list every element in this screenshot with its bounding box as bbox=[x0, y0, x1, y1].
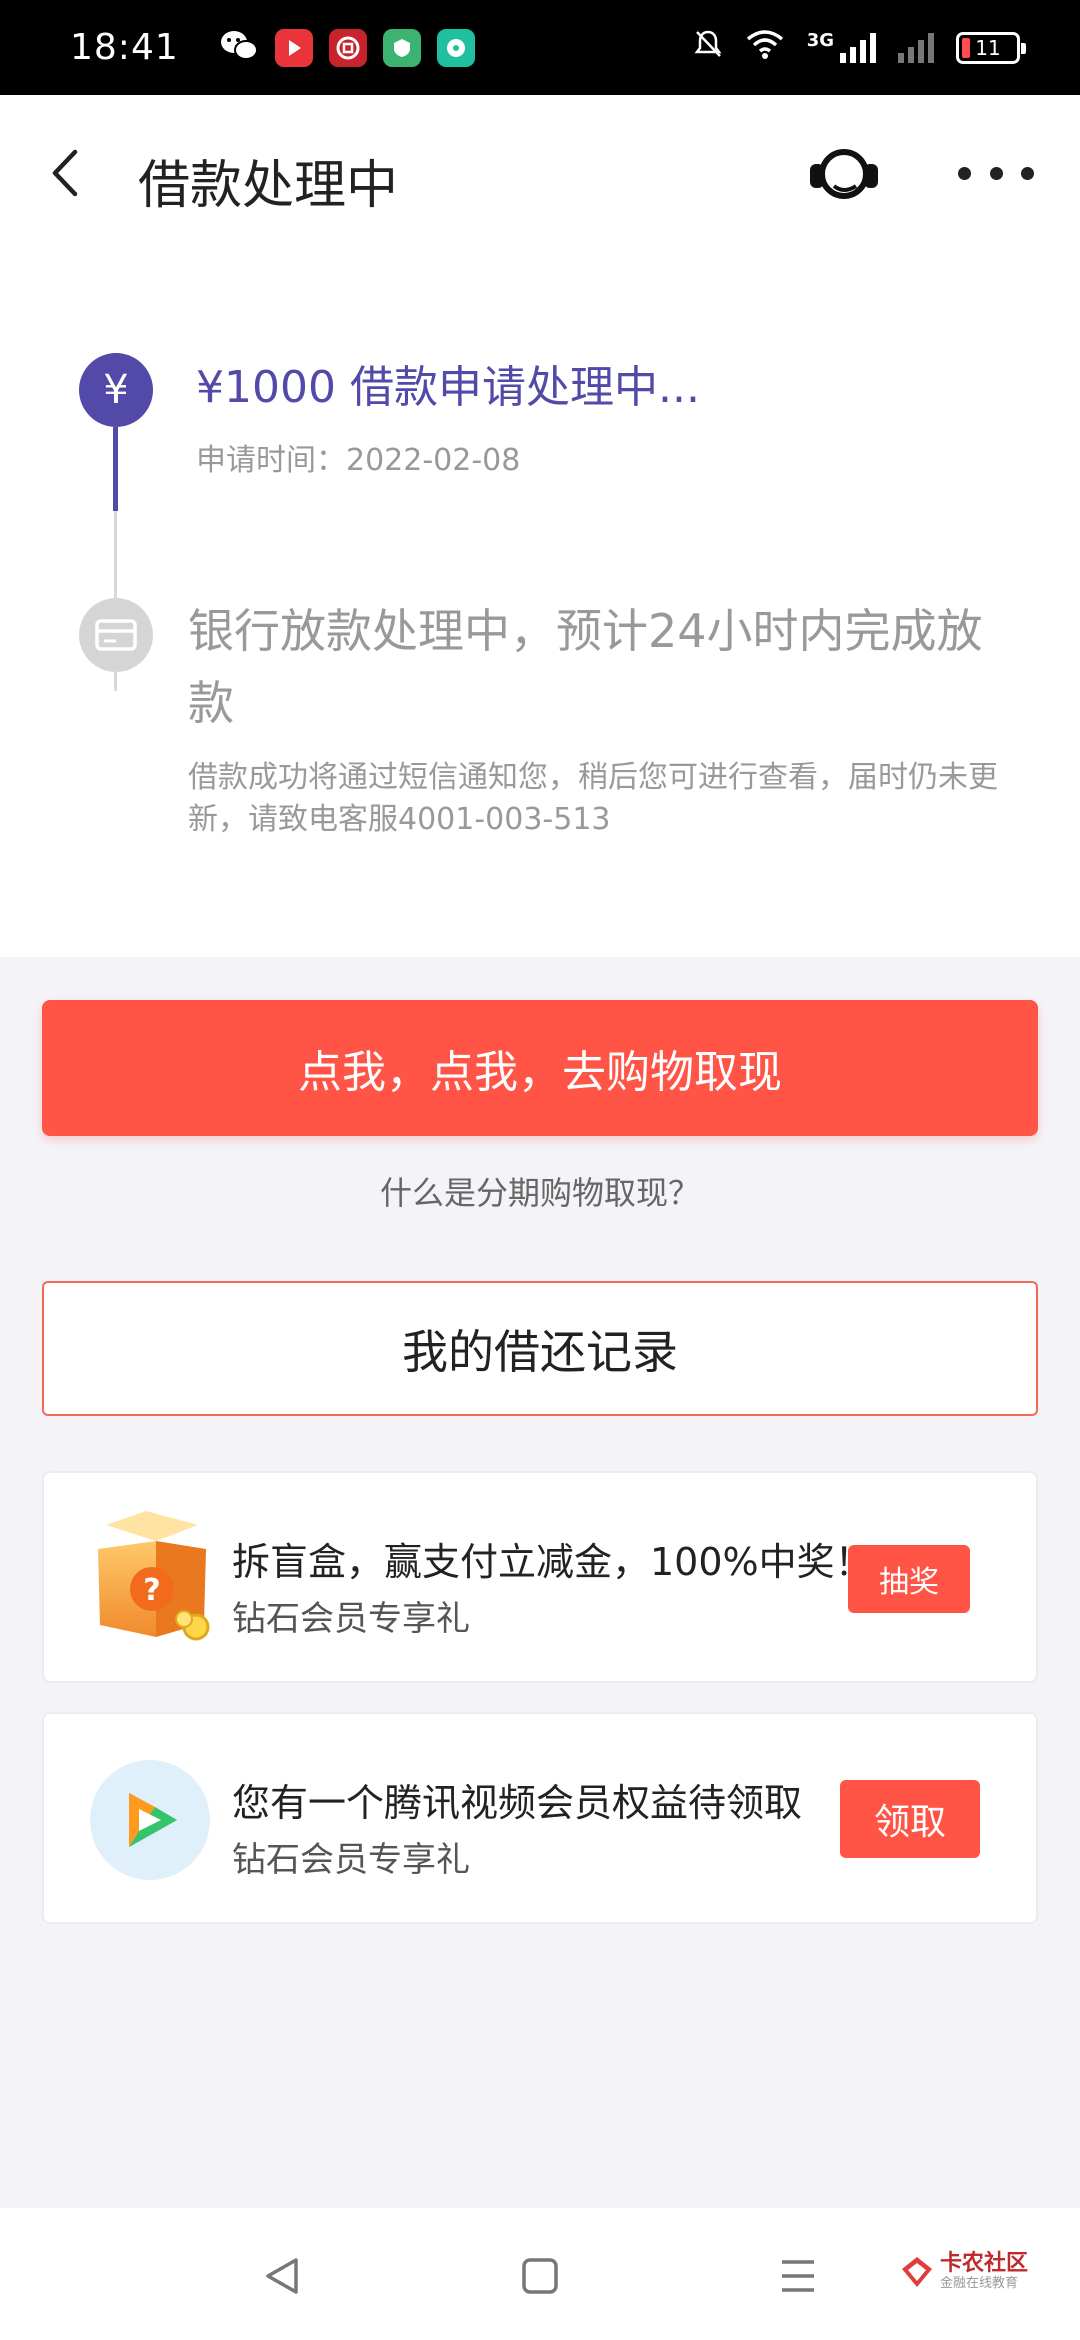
system-navigation-bar: 卡农社区 金融在线教育 bbox=[0, 2208, 1080, 2340]
back-arrow-icon bbox=[52, 149, 78, 197]
page-title: 借款处理中 bbox=[138, 156, 399, 216]
promo-card-blind-box[interactable]: ? 拆盲盒，赢支付立减金，100%中奖！ 钻石会员专享礼 抽奖 bbox=[42, 1471, 1038, 1683]
watermark-name: 卡农社区 bbox=[940, 2251, 1029, 2276]
promo-subtitle: 钻石会员专享礼 bbox=[232, 1599, 470, 1639]
promo-subtitle: 钻石会员专享礼 bbox=[232, 1840, 470, 1880]
finance-app-icon bbox=[382, 28, 421, 67]
customer-service-button[interactable] bbox=[806, 141, 882, 207]
top-navigation: 借款处理中 bbox=[0, 95, 1080, 255]
more-dot-icon bbox=[1021, 166, 1034, 180]
step-application-title: ¥1000 借款申请处理中... bbox=[196, 351, 700, 415]
application-time-label: 申请时间： bbox=[196, 443, 346, 478]
bank-app-icon bbox=[328, 28, 367, 67]
mystery-box-icon: ? bbox=[86, 1505, 216, 1651]
promo-title: 您有一个腾讯视频会员权益待领取 bbox=[232, 1781, 803, 1825]
headset-icon bbox=[810, 149, 878, 199]
loan-amount: ¥1000 bbox=[196, 362, 336, 413]
notification-icons bbox=[219, 28, 475, 68]
timeline-line-active bbox=[113, 427, 118, 511]
nav-home-button[interactable] bbox=[510, 2246, 570, 2306]
application-time-value: 2022-02-08 bbox=[346, 443, 521, 478]
step-disbursement-description: 借款成功将通过短信通知您，稍后您可进行查看，届时仍未更新，请致电客服4001-0… bbox=[188, 760, 998, 837]
lottery-button[interactable]: 抽奖 bbox=[848, 1545, 970, 1613]
network-type-label: 3G bbox=[806, 30, 834, 51]
video-app-icon bbox=[274, 28, 313, 67]
watermark-logo-icon bbox=[902, 2257, 932, 2287]
chat-app-icon bbox=[436, 28, 475, 67]
step-application-status: 借款申请处理中... bbox=[349, 362, 700, 413]
more-dot-icon bbox=[989, 166, 1003, 180]
menu-lines-icon bbox=[782, 2260, 814, 2292]
watermark: 卡农社区 金融在线教育 bbox=[900, 2252, 1028, 2292]
promo-title: 拆盲盒，赢支付立减金，100%中奖！ bbox=[232, 1540, 873, 1584]
application-time: 申请时间：2022-02-08 bbox=[196, 435, 520, 479]
step-card-icon bbox=[79, 598, 153, 672]
loan-records-button[interactable]: 我的借还记录 bbox=[42, 1281, 1038, 1416]
promo-card-tencent-video[interactable]: 您有一个腾讯视频会员权益待领取 钻石会员专享礼 领取 bbox=[42, 1712, 1038, 1924]
wechat-icon bbox=[219, 28, 259, 68]
tencent-video-icon bbox=[90, 1760, 210, 1880]
mute-bell-icon bbox=[693, 28, 723, 67]
square-home-icon bbox=[522, 2258, 558, 2294]
more-options-button[interactable] bbox=[958, 155, 1034, 191]
signal-strength-2-icon bbox=[898, 32, 934, 63]
installment-help-link[interactable]: 什么是分期购物取现？ bbox=[0, 1168, 1080, 1214]
loan-status-panel: 借款处理中 ¥ ¥1000 借款申请处理中... 申请时间：2022-02-08… bbox=[0, 95, 1080, 957]
nav-recents-button[interactable] bbox=[768, 2246, 828, 2306]
step-disbursement-title: 银行放款处理中，预计24小时内完成放款 bbox=[188, 604, 983, 730]
svg-text:?: ? bbox=[143, 1573, 160, 1608]
step-yuan-icon: ¥ bbox=[79, 353, 153, 427]
signal-strength-icon bbox=[840, 32, 876, 63]
watermark-tagline: 金融在线教育 bbox=[940, 2276, 1019, 2291]
status-indicators: 3G 11 bbox=[693, 28, 1026, 67]
more-dot-icon bbox=[958, 166, 971, 180]
battery-level: 11 bbox=[975, 35, 1001, 60]
triangle-back-icon bbox=[266, 2258, 298, 2294]
wifi-icon bbox=[745, 28, 785, 67]
claim-button[interactable]: 领取 bbox=[840, 1780, 980, 1858]
status-bar: 18:41 3G 11 bbox=[0, 0, 1080, 95]
back-button[interactable] bbox=[36, 143, 92, 203]
battery-icon: 11 bbox=[956, 31, 1026, 64]
shopping-cash-button[interactable]: 点我，点我，去购物取现 bbox=[42, 1000, 1038, 1136]
nav-back-button[interactable] bbox=[252, 2246, 312, 2306]
status-time: 18:41 bbox=[70, 27, 179, 68]
